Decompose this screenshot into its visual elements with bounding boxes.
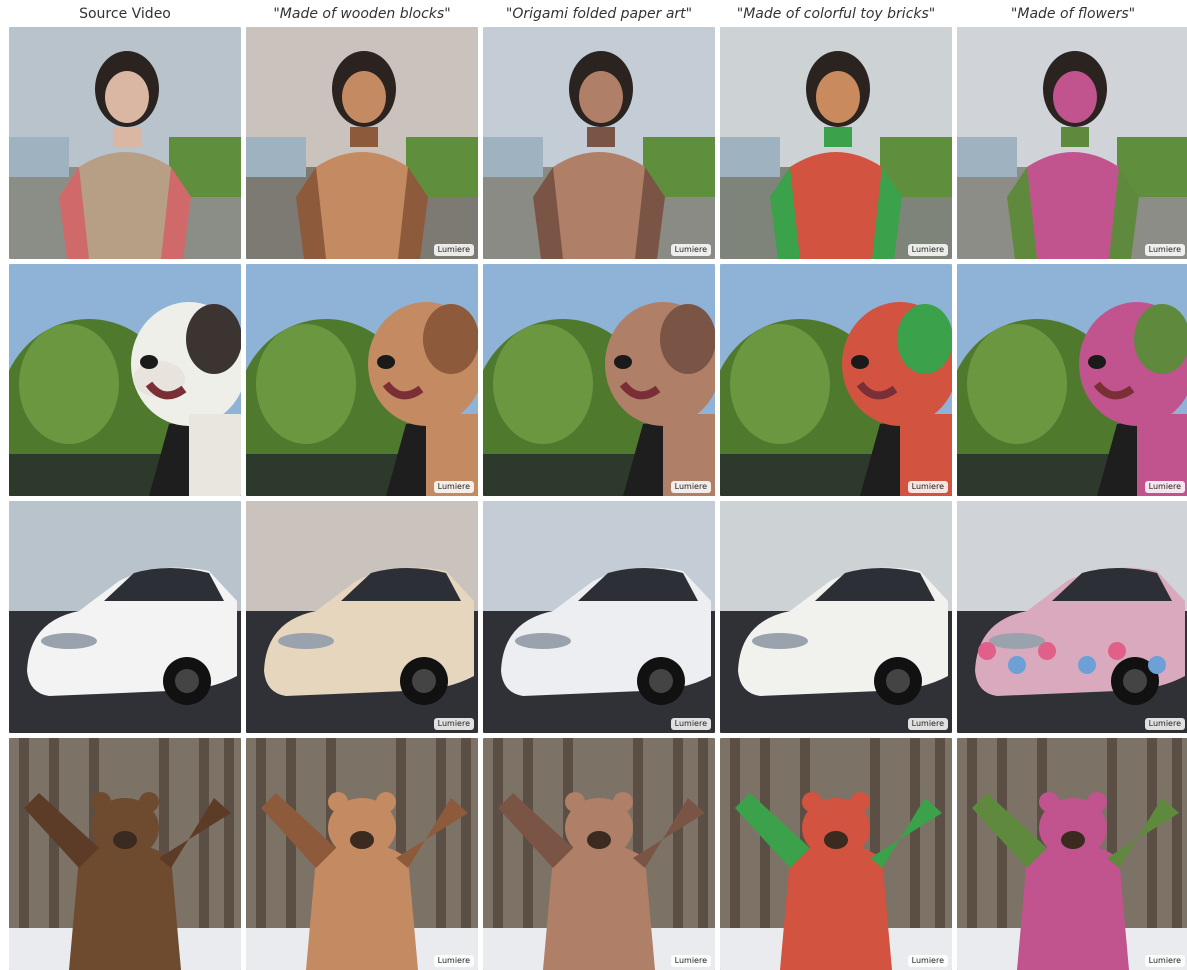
frame-illustration <box>483 501 715 733</box>
lumiere-watermark: Lumiere <box>907 244 948 256</box>
lumiere-watermark: Lumiere <box>907 718 948 730</box>
frame-illustration <box>9 27 241 259</box>
video-frame-dog-wooden: Lumiere <box>246 264 478 496</box>
lumiere-watermark: Lumiere <box>670 955 711 967</box>
lumiere-watermark: Lumiere <box>670 481 711 493</box>
frame-illustration <box>720 27 952 259</box>
video-frame-car-flowers: Lumiere <box>957 501 1187 733</box>
video-frame-dog-source <box>9 264 241 496</box>
frame-illustration <box>957 264 1187 496</box>
video-frame-woman-source <box>9 27 241 259</box>
lumiere-watermark: Lumiere <box>433 955 474 967</box>
lumiere-watermark: Lumiere <box>1144 955 1185 967</box>
lumiere-watermark: Lumiere <box>907 481 948 493</box>
frame-illustration <box>9 738 241 970</box>
video-frame-car-origami: Lumiere <box>483 501 715 733</box>
video-frame-woman-origami: Lumiere <box>483 27 715 259</box>
lumiere-watermark: Lumiere <box>433 718 474 730</box>
video-frame-car-bricks: Lumiere <box>720 501 952 733</box>
video-frame-bear-flowers: Lumiere <box>957 738 1187 970</box>
video-frame-woman-flowers: Lumiere <box>957 27 1187 259</box>
video-frame-car-wooden: Lumiere <box>246 501 478 733</box>
video-frame-woman-wooden: Lumiere <box>246 27 478 259</box>
frame-illustration <box>957 738 1187 970</box>
comparison-grid: Lumiere Lumiere Lumiere Lumiere Lumiere Lumie… <box>0 0 1187 970</box>
frame-illustration <box>483 738 715 970</box>
lumiere-watermark: Lumiere <box>670 718 711 730</box>
lumiere-watermark: Lumiere <box>1144 481 1185 493</box>
frame-illustration <box>246 27 478 259</box>
frame-illustration <box>720 738 952 970</box>
lumiere-watermark: Lumiere <box>907 955 948 967</box>
lumiere-watermark: Lumiere <box>1144 718 1185 730</box>
frame-illustration <box>957 27 1187 259</box>
frame-illustration <box>246 264 478 496</box>
video-frame-dog-flowers: Lumiere <box>957 264 1187 496</box>
video-frame-woman-bricks: Lumiere <box>720 27 952 259</box>
frame-illustration <box>720 264 952 496</box>
frame-illustration <box>957 501 1187 733</box>
lumiere-watermark: Lumiere <box>433 481 474 493</box>
frame-illustration <box>246 501 478 733</box>
lumiere-watermark: Lumiere <box>1144 244 1185 256</box>
video-frame-bear-source <box>9 738 241 970</box>
video-frame-car-source <box>9 501 241 733</box>
frame-illustration <box>720 501 952 733</box>
video-frame-bear-wooden: Lumiere <box>246 738 478 970</box>
frame-illustration <box>246 738 478 970</box>
video-frame-dog-bricks: Lumiere <box>720 264 952 496</box>
video-frame-bear-origami: Lumiere <box>483 738 715 970</box>
frame-illustration <box>9 264 241 496</box>
frame-illustration <box>9 501 241 733</box>
frame-illustration <box>483 27 715 259</box>
video-frame-bear-bricks: Lumiere <box>720 738 952 970</box>
lumiere-watermark: Lumiere <box>433 244 474 256</box>
frame-illustration <box>483 264 715 496</box>
lumiere-watermark: Lumiere <box>670 244 711 256</box>
video-frame-dog-origami: Lumiere <box>483 264 715 496</box>
